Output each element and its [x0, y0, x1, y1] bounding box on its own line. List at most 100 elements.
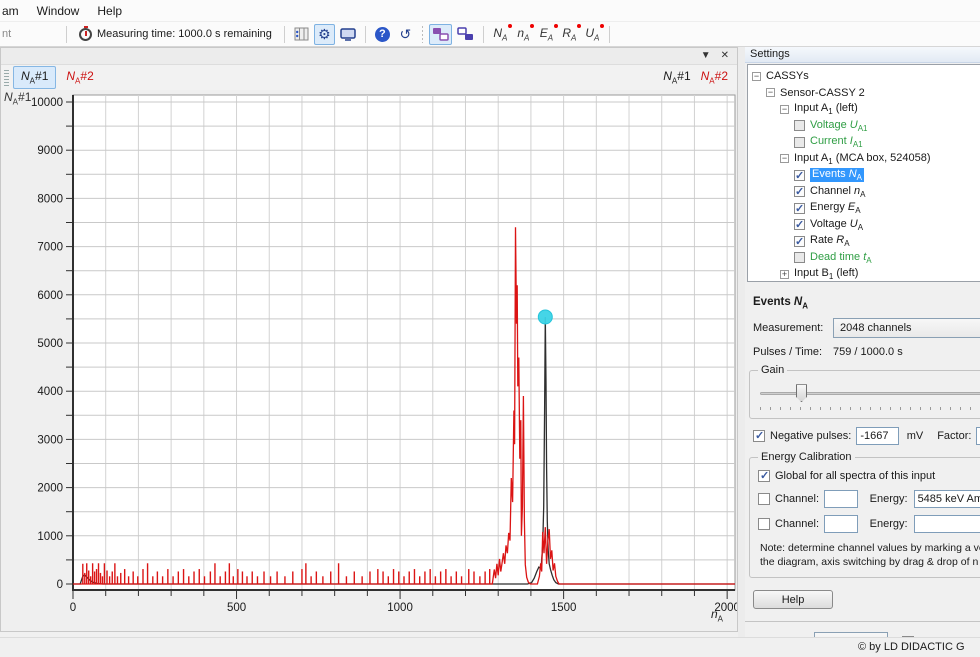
tree-item-energy-ea[interactable]: Energy EA: [748, 200, 980, 217]
tree-item-input-b1-left[interactable]: Input B1 (left): [748, 266, 980, 282]
panel-splitter[interactable]: [738, 47, 745, 637]
global-calibration-checkbox[interactable]: [758, 470, 770, 482]
help-button[interactable]: ?: [372, 24, 393, 45]
global-calibration-label: Global for all spectra of this input: [775, 470, 935, 482]
tree-item-sensor-cassy2[interactable]: Sensor-CASSY 2: [748, 85, 980, 102]
svg-text:9000: 9000: [37, 145, 63, 157]
channel2-input[interactable]: [824, 515, 858, 533]
tab-NA2[interactable]: NA#2: [58, 66, 101, 88]
tree-item-input-a1-mca[interactable]: Input A1 (MCA box, 524058): [748, 151, 980, 168]
svg-text:7000: 7000: [37, 242, 63, 254]
settings-header: Settings: [745, 47, 980, 63]
quantity-sub: A: [548, 33, 553, 42]
svg-text:5000: 5000: [37, 338, 63, 350]
checkbox-icon[interactable]: [794, 219, 805, 230]
chart-legend: NA#1 NA#2: [663, 69, 734, 85]
tree-item-rate-ra[interactable]: Rate RA: [748, 233, 980, 250]
tree-item-events-na[interactable]: Events NA: [748, 167, 980, 184]
negative-pulses-label: Negative pulses:: [770, 430, 851, 442]
tree-item-voltage-ua1[interactable]: Voltage UA1: [748, 118, 980, 135]
spectrum-chart[interactable]: 0100020003000400050006000700080009000100…: [1, 90, 737, 632]
svg-text:3000: 3000: [37, 434, 63, 446]
channel2-label: Channel:: [775, 518, 819, 530]
svg-text:8000: 8000: [37, 193, 63, 205]
negative-pulses-checkbox[interactable]: [753, 430, 765, 442]
checkbox-icon[interactable]: [794, 203, 805, 214]
panel-close-button[interactable]: ✕: [721, 51, 729, 61]
factor-input[interactable]: -3: [976, 427, 980, 445]
negative-pulses-input[interactable]: -1667: [856, 427, 898, 445]
copyright-text: © by LD DIDACTIC G: [858, 641, 965, 653]
channel1-label: Channel:: [775, 493, 819, 505]
remote-support-icon: ↺: [400, 27, 412, 41]
energy1-label: Energy:: [870, 493, 908, 505]
checkbox-icon[interactable]: [794, 137, 805, 148]
svg-text:2000: 2000: [37, 483, 63, 495]
checkbox-icon[interactable]: [794, 252, 805, 263]
menu-item-help[interactable]: Help: [88, 0, 131, 21]
quantity-symbol: E: [540, 26, 548, 40]
checkbox-icon[interactable]: [794, 120, 805, 131]
expand-icon[interactable]: [780, 270, 789, 279]
menu-item-window[interactable]: Window: [28, 0, 89, 21]
gain-slider[interactable]: [758, 383, 980, 403]
toolbar: nt Measuring time: 1000.0 s remaining ⚙ …: [0, 22, 980, 47]
gain-slider-ticks: [760, 407, 980, 410]
tree-item-dead-time-ta[interactable]: Dead time tA: [748, 250, 980, 267]
energy1-input[interactable]: 5485 keV Am24: [914, 490, 980, 508]
checkbox-icon[interactable]: [794, 170, 805, 181]
channel2-checkbox[interactable]: [758, 518, 770, 530]
support-button[interactable]: ↺: [395, 24, 416, 45]
cassy-module2-button[interactable]: [454, 24, 477, 45]
settings-toggle-button[interactable]: ⚙: [314, 24, 335, 45]
drag-handle-icon[interactable]: [4, 70, 9, 86]
quantity-button-nA[interactable]: nA: [513, 24, 534, 45]
panel-collapse-button[interactable]: ▼: [701, 51, 711, 61]
collapse-icon[interactable]: [766, 88, 775, 97]
measurement-dropdown[interactable]: 2048 channels: [833, 318, 980, 338]
quantity-sub: A: [594, 33, 599, 42]
mv-unit-label: mV: [907, 430, 924, 442]
energy2-input[interactable]: [914, 515, 980, 533]
legend-entry-NA1: NA#1: [663, 69, 690, 85]
checkbox-icon[interactable]: [794, 236, 805, 247]
gain-slider-thumb[interactable]: [796, 384, 807, 402]
measuring-time-button[interactable]: Measuring time: 1000.0 s remaining: [73, 28, 278, 41]
tree-item-voltage-ua[interactable]: Voltage UA: [748, 217, 980, 234]
channel1-input[interactable]: [824, 490, 858, 508]
quantity-button-UA[interactable]: UA: [582, 24, 603, 45]
toolbar-separator: [422, 26, 423, 43]
tree-item-cassys[interactable]: CASSYs: [748, 68, 980, 85]
quantity-sub: A: [524, 33, 529, 42]
channel1-checkbox[interactable]: [758, 493, 770, 505]
network-devices-icon: [432, 27, 449, 41]
help-button-settings[interactable]: Help: [753, 590, 833, 609]
collapse-icon[interactable]: [752, 72, 761, 81]
menu-item-diagram-cut[interactable]: am: [0, 0, 28, 21]
cassy-module-button[interactable]: [429, 24, 452, 45]
tab-symbol: N: [66, 69, 75, 83]
toolbar-separator: [66, 26, 67, 43]
tree-item-current-ia1[interactable]: Current IA1: [748, 134, 980, 151]
x-axis-label[interactable]: nA: [711, 607, 723, 623]
table-view-button[interactable]: [291, 24, 312, 45]
tree-item-channel-na[interactable]: Channel nA: [748, 184, 980, 201]
spectrum-plot-area[interactable]: 0100020003000400050006000700080009000100…: [1, 90, 737, 631]
svg-text:1000: 1000: [37, 531, 63, 543]
display-button[interactable]: [337, 24, 359, 45]
panel-title-bar: ▼ ✕: [1, 48, 737, 65]
collapse-icon[interactable]: [780, 105, 789, 114]
checkbox-icon[interactable]: [794, 186, 805, 197]
quantity-button-NA[interactable]: NA: [490, 24, 511, 45]
gain-slider-track[interactable]: [760, 392, 980, 395]
collapse-icon[interactable]: [780, 154, 789, 163]
y-axis-label[interactable]: NA#1: [4, 90, 31, 106]
quantity-button-EA[interactable]: EA: [536, 24, 557, 45]
quantity-button-RA[interactable]: RA: [559, 24, 580, 45]
help-icon: ?: [375, 27, 390, 42]
toolbar-separator: [365, 26, 366, 43]
tab-NA1[interactable]: NA#1: [13, 66, 56, 88]
tree-item-input-a1-left[interactable]: Input A1 (left): [748, 101, 980, 118]
active-dot-icon: [577, 24, 581, 28]
tab-symbol: N: [21, 69, 30, 83]
